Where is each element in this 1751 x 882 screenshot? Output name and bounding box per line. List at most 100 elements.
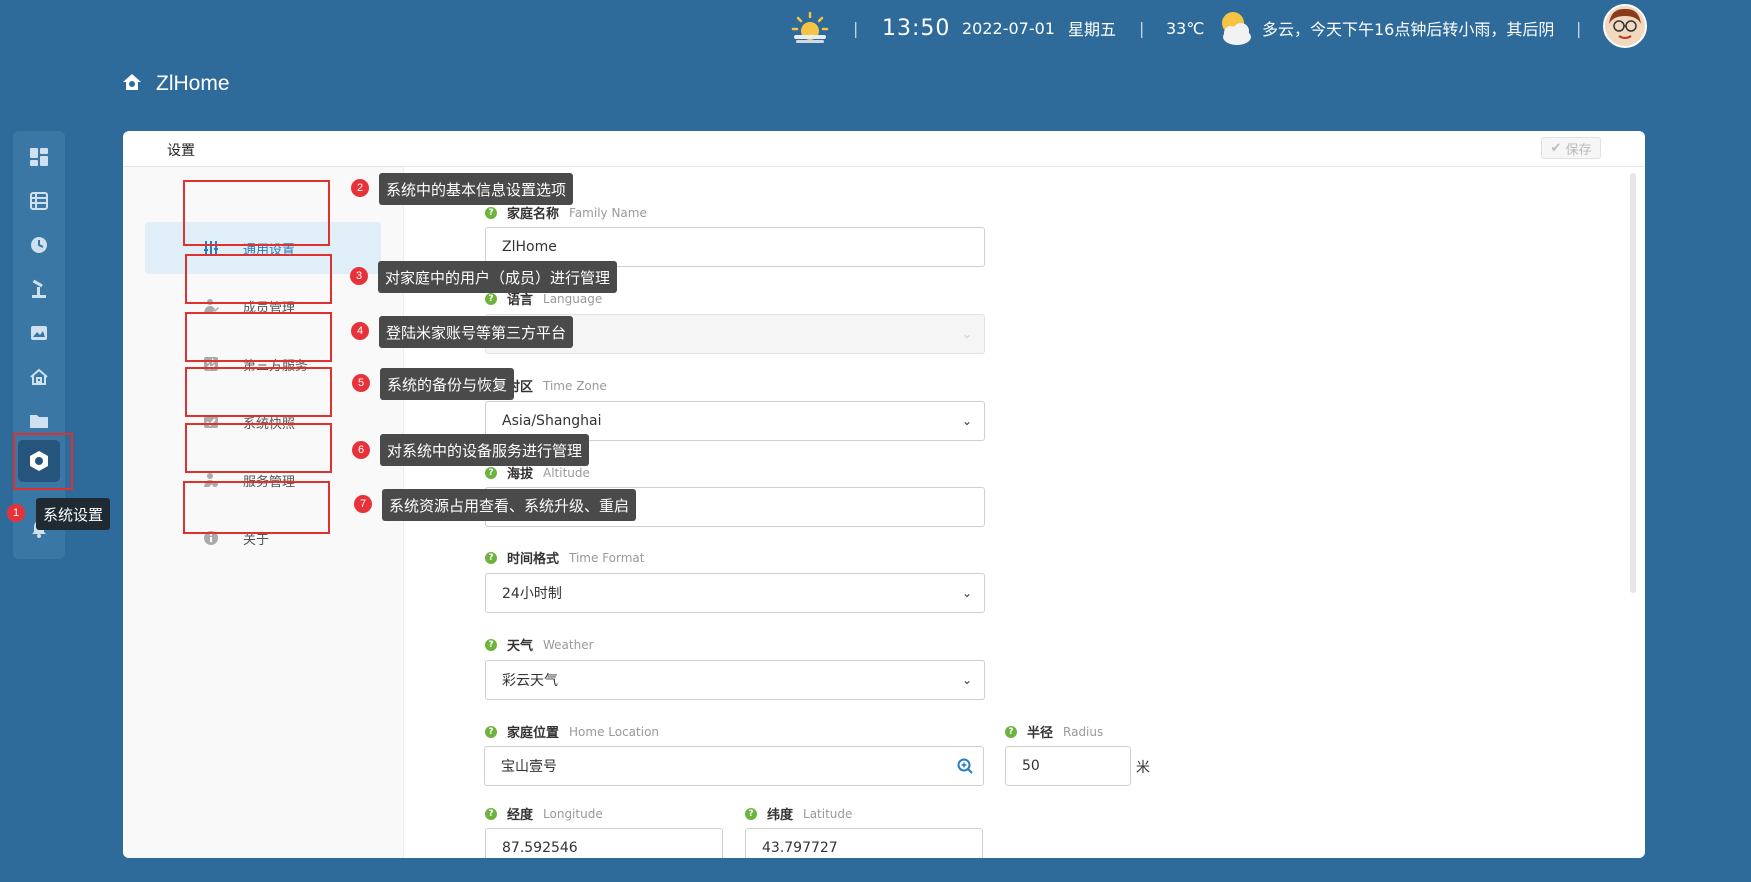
label-en: Home Location xyxy=(569,724,660,739)
weather-value: 彩云天气 xyxy=(502,673,558,689)
annotation-tooltip: 系统资源占用查看、系统升级、重启 xyxy=(382,489,637,521)
label-cn: 经度 xyxy=(507,808,534,823)
radius-unit: 米 xyxy=(1136,760,1150,776)
label-en: Altitude xyxy=(543,465,590,480)
label-cn: 半径 xyxy=(1027,726,1054,741)
topbar-separator: | xyxy=(853,18,859,38)
user-avatar[interactable] xyxy=(1603,4,1647,48)
help-icon[interactable]: ? xyxy=(485,807,497,820)
weather-label: ? 天气 Weather xyxy=(485,635,594,654)
help-icon[interactable]: ? xyxy=(485,206,497,219)
highlight-box-members xyxy=(185,254,332,304)
dashboard-icon[interactable] xyxy=(27,145,51,169)
annotation-tooltip: 系统设置 xyxy=(36,498,111,530)
sun-icon xyxy=(790,0,830,56)
label-en: Family Name xyxy=(569,205,647,220)
longitude-label: ? 经度 Longitude xyxy=(485,804,603,823)
zoom-search-icon[interactable] xyxy=(957,758,973,778)
label-en: Weather xyxy=(543,637,594,652)
help-icon[interactable]: ? xyxy=(485,725,497,738)
help-icon[interactable]: ? xyxy=(1005,725,1017,738)
home-location-input[interactable]: 宝山壹号 xyxy=(484,746,984,786)
label-cn: 家庭名称 xyxy=(507,207,560,222)
label-en: Language xyxy=(543,291,603,306)
list-icon[interactable] xyxy=(27,189,51,213)
temperature: 33℃ xyxy=(1166,18,1205,38)
panel-title: 设置 xyxy=(167,143,195,159)
annotation-badge: 3 xyxy=(350,267,368,285)
help-icon[interactable]: ? xyxy=(485,551,497,564)
home-icon xyxy=(122,72,142,96)
time-format-label: ? 时间格式 Time Format xyxy=(485,548,644,567)
partly-cloudy-icon xyxy=(1215,0,1255,56)
annotation-badge: 4 xyxy=(351,322,369,340)
family-name-label: ? 家庭名称 Family Name xyxy=(485,203,647,222)
highlight-box-about xyxy=(183,481,330,534)
highlight-box-settings xyxy=(13,433,73,490)
annotation-badge: 5 xyxy=(352,374,370,392)
annotation-tooltip: 对系统中的设备服务进行管理 xyxy=(380,434,590,466)
clock-date: 2022-07-01 xyxy=(962,18,1055,38)
annotation-badge: 7 xyxy=(354,495,372,513)
home-location-label: ? 家庭位置 Home Location xyxy=(485,722,659,741)
clock-time: 13:50 xyxy=(882,15,951,41)
time-format-value: 24小时制 xyxy=(502,586,562,602)
highlight-box-general xyxy=(183,180,330,246)
chevron-down-icon: ⌄ xyxy=(961,673,972,687)
save-button-label: 保存 xyxy=(1565,142,1592,158)
scene-icon[interactable] xyxy=(27,321,51,345)
panel-header: 设置 ✔ 保存 xyxy=(123,131,1645,167)
check-icon: ✔ xyxy=(1550,140,1562,156)
folder-icon[interactable] xyxy=(27,409,51,433)
house-icon[interactable] xyxy=(27,365,51,389)
settings-panel: 设置 ✔ 保存 通用设置 成员管理 第三方服务 系统快照 服务管理 关于 ? 家… xyxy=(123,131,1645,858)
highlight-box-snapshot xyxy=(185,367,332,417)
radius-label: ? 半径 Radius xyxy=(1005,722,1103,741)
chevron-down-icon: ⌄ xyxy=(961,586,972,600)
highlight-box-third-party xyxy=(185,312,332,362)
label-en: Radius xyxy=(1063,724,1104,739)
label-en: Longitude xyxy=(543,806,603,821)
annotation-tooltip: 系统的备份与恢复 xyxy=(380,368,515,400)
annotation-badge: 1 xyxy=(7,504,25,522)
label-cn: 纬度 xyxy=(767,808,794,823)
save-button[interactable]: ✔ 保存 xyxy=(1541,137,1601,159)
timezone-value: Asia/Shanghai xyxy=(502,413,602,429)
weather-select[interactable]: 彩云天气 ⌄ xyxy=(485,660,985,700)
scrollbar[interactable] xyxy=(1630,173,1636,593)
time-format-select[interactable]: 24小时制 ⌄ xyxy=(485,573,985,613)
help-icon[interactable]: ? xyxy=(485,292,497,305)
label-en: Time Zone xyxy=(543,378,607,393)
topbar-separator: | xyxy=(1139,18,1145,38)
home-location-value: 宝山壹号 xyxy=(501,759,557,775)
latitude-label: ? 纬度 Latitude xyxy=(745,804,852,823)
top-bar: | 13:50 2022-07-01 星期五 | 33℃ 多云，今天下午16点钟… xyxy=(0,0,1751,56)
label-en: Latitude xyxy=(803,806,853,821)
annotation-tooltip: 系统中的基本信息设置选项 xyxy=(379,173,574,205)
chevron-down-icon: ⌄ xyxy=(961,414,972,428)
latitude-input[interactable]: 43.797727 xyxy=(745,828,983,858)
highlight-box-services xyxy=(185,423,332,473)
annotation-badge: 2 xyxy=(351,179,369,197)
history-icon[interactable] xyxy=(27,233,51,257)
annotation-badge: 6 xyxy=(352,441,370,459)
robot-arm-icon[interactable] xyxy=(27,277,51,301)
label-en: Time Format xyxy=(569,550,645,565)
longitude-input[interactable]: 87.592546 xyxy=(485,828,723,858)
weather-forecast: 多云，今天下午16点钟后转小雨，其后阴 xyxy=(1262,20,1555,39)
topbar-separator: | xyxy=(1576,18,1582,38)
left-nav-rail xyxy=(13,131,65,559)
chevron-down-icon: ⌄ xyxy=(961,327,972,341)
annotation-tooltip: 登陆米家账号等第三方平台 xyxy=(379,316,574,348)
brand: ZlHome xyxy=(122,72,230,96)
label-cn: 时间格式 xyxy=(507,552,560,567)
help-icon[interactable]: ? xyxy=(745,807,757,820)
brand-title: ZlHome xyxy=(156,72,230,95)
help-icon[interactable]: ? xyxy=(485,638,497,651)
help-icon[interactable]: ? xyxy=(485,466,497,479)
label-cn: 天气 xyxy=(507,639,534,654)
clock-weekday: 星期五 xyxy=(1068,20,1117,39)
label-cn: 家庭位置 xyxy=(507,726,560,741)
radius-input[interactable]: 50 xyxy=(1005,746,1131,786)
annotation-tooltip: 对家庭中的用户（成员）进行管理 xyxy=(378,261,618,293)
